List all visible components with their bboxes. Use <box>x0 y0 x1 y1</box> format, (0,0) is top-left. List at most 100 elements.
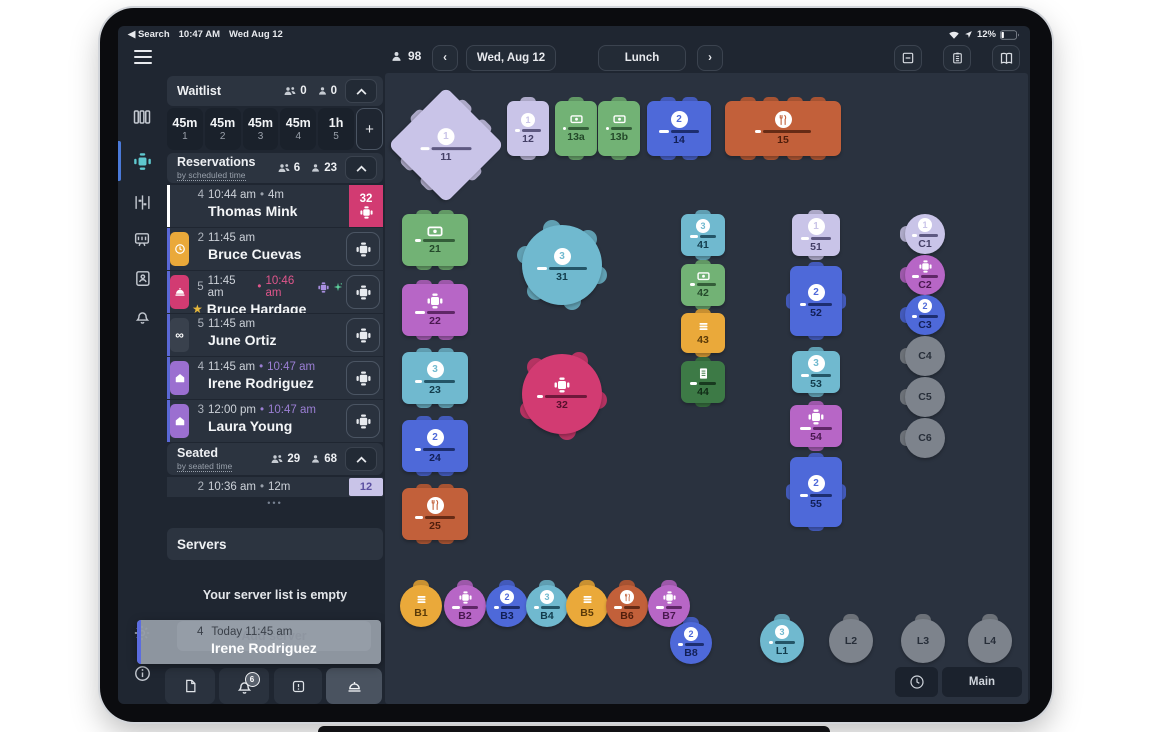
table-41[interactable]: 341 <box>681 214 725 256</box>
table-L2[interactable]: L2 <box>829 619 873 663</box>
prev-shift-button[interactable]: ‹ <box>432 45 458 71</box>
table-51[interactable]: 151 <box>792 214 840 256</box>
table-C1[interactable]: 1C1 <box>905 214 945 254</box>
table-53[interactable]: 353 <box>792 351 840 393</box>
reservations-collapse-button[interactable] <box>345 156 377 180</box>
seat-party-button[interactable] <box>346 404 380 438</box>
seat-party-button[interactable] <box>346 318 380 352</box>
table-B4[interactable]: 3B4 <box>526 585 568 627</box>
party-size: 2 <box>192 232 204 244</box>
table-12[interactable]: 112 <box>507 101 549 156</box>
sign-out-icon[interactable] <box>130 701 154 704</box>
table-54[interactable]: 54 <box>790 405 842 447</box>
table-L1[interactable]: 3L1 <box>760 619 804 663</box>
wait-quote-5[interactable]: 1h5 <box>318 108 354 150</box>
table-31[interactable]: 331 <box>522 225 602 305</box>
table-C6[interactable]: C6 <box>905 418 945 458</box>
table-C5[interactable]: C5 <box>905 377 945 417</box>
wait-quote-2[interactable]: 45m2 <box>205 108 241 150</box>
seated-collapse-button[interactable] <box>345 447 377 471</box>
seated-row[interactable]: 2 10:36 am • 12m 12 <box>167 477 383 497</box>
table-B3[interactable]: 2B3 <box>486 585 528 627</box>
table-B6[interactable]: B6 <box>606 585 648 627</box>
party-count-badge: 2 <box>808 475 825 492</box>
table-14[interactable]: 214 <box>647 101 711 156</box>
floor-clock-button[interactable] <box>895 667 938 697</box>
table-52[interactable]: 252 <box>790 266 842 336</box>
reservation-row[interactable]: 3 12:00 pm•10:47 amLaura Young <box>167 400 383 442</box>
table-C3[interactable]: 2C3 <box>905 295 945 335</box>
table-L4[interactable]: L4 <box>968 619 1012 663</box>
table-L3[interactable]: L3 <box>901 619 945 663</box>
seated-sort[interactable]: by seated time <box>177 461 232 472</box>
reservation-row[interactable]: 4 10:44 am•4mThomas Mink32 <box>167 185 383 227</box>
reservation-row[interactable]: ∞ 5 11:45 amJune Ortiz <box>167 314 383 356</box>
table-C4[interactable]: C4 <box>905 336 945 376</box>
table-44[interactable]: 44 <box>681 361 725 403</box>
floor-room-button[interactable]: Main <box>942 667 1022 697</box>
reservation-row[interactable]: 2 11:45 amBruce Cuevas <box>167 228 383 270</box>
table-13a[interactable]: 13a <box>555 101 597 156</box>
party-size: 4 <box>192 189 204 201</box>
table-21[interactable]: 21 <box>402 214 468 266</box>
menu-book-icon[interactable] <box>992 45 1020 71</box>
assigned-table-badge[interactable]: 32 <box>349 185 383 227</box>
table-32[interactable]: 32 <box>522 354 602 434</box>
table-B8[interactable]: 2B8 <box>670 622 712 664</box>
wait-quote-4[interactable]: 45m4 <box>280 108 316 150</box>
table-B2[interactable]: B2 <box>444 585 486 627</box>
back-to-search-link[interactable]: ◀ Search <box>128 29 170 40</box>
guest-name: Bruce Cuevas <box>208 246 301 262</box>
table-22[interactable]: 22 <box>402 284 468 336</box>
table-label: C6 <box>918 433 931 444</box>
table-13b[interactable]: 13b <box>598 101 640 156</box>
reservations-header[interactable]: Reservations by scheduled time 6 23 <box>167 153 383 183</box>
table-55[interactable]: 255 <box>790 457 842 527</box>
service-bell-icon[interactable] <box>326 668 382 704</box>
table-43[interactable]: 43 <box>681 313 725 353</box>
seat-party-button[interactable] <box>346 361 380 395</box>
checklist-icon[interactable] <box>943 45 971 71</box>
seat-party-button[interactable] <box>346 275 380 309</box>
table-15[interactable]: 15 <box>725 101 841 156</box>
seat-party-button[interactable] <box>346 232 380 266</box>
reservation-row[interactable]: 4 11:45 am•10:47 amIrene Rodriguez <box>167 357 383 399</box>
alerts-icon[interactable] <box>274 668 322 704</box>
table-24[interactable]: 224 <box>402 420 468 472</box>
table-42[interactable]: 42 <box>681 264 725 306</box>
waitlist-header[interactable]: Waitlist 0 0 <box>167 76 383 106</box>
table-C2[interactable]: C2 <box>905 255 945 295</box>
info-icon[interactable] <box>130 661 154 685</box>
next-shift-button[interactable]: › <box>697 45 723 71</box>
reservations-guest-count: 23 <box>310 162 337 174</box>
timeline-icon[interactable] <box>130 190 154 214</box>
seated-header[interactable]: Seated by seated time 29 68 <box>167 443 383 475</box>
table-layout-icon[interactable] <box>894 45 922 71</box>
add-waitlist-button[interactable]: + <box>356 108 383 150</box>
table-23[interactable]: 323 <box>402 352 468 404</box>
contacts-icon[interactable] <box>130 266 154 290</box>
reservation-toast[interactable]: 4Today 11:45 am Irene Rodriguez <box>137 620 381 664</box>
date-button[interactable]: Wed, Aug 12 <box>466 45 556 71</box>
table-B5[interactable]: B5 <box>566 585 608 627</box>
stats-icon[interactable] <box>130 105 154 129</box>
board-icon[interactable] <box>130 227 154 251</box>
reservations-sort[interactable]: by scheduled time <box>177 170 246 181</box>
bell-icon[interactable] <box>130 304 154 328</box>
notifications-icon[interactable]: 6 <box>219 668 269 704</box>
table-11[interactable]: 111 <box>388 87 504 203</box>
seated-row-cover: 2 <box>192 481 204 493</box>
table-B1[interactable]: B1 <box>400 585 442 627</box>
document-icon[interactable] <box>165 668 215 704</box>
table-B7[interactable]: B7 <box>648 585 690 627</box>
servers-header[interactable]: Servers <box>167 528 383 560</box>
table-25[interactable]: 25 <box>402 488 468 540</box>
reservation-row[interactable]: 5 11:45 am•10:46 am★Bruce Hardage <box>167 271 383 313</box>
wait-quote-1[interactable]: 45m1 <box>167 108 203 150</box>
waitlist-collapse-button[interactable] <box>345 79 377 103</box>
menu-icon[interactable] <box>134 50 152 64</box>
wait-quote-3[interactable]: 45m3 <box>243 108 279 150</box>
shift-button[interactable]: Lunch <box>598 45 686 71</box>
floor-plan-icon[interactable] <box>130 149 154 173</box>
clock-icon <box>170 232 189 266</box>
